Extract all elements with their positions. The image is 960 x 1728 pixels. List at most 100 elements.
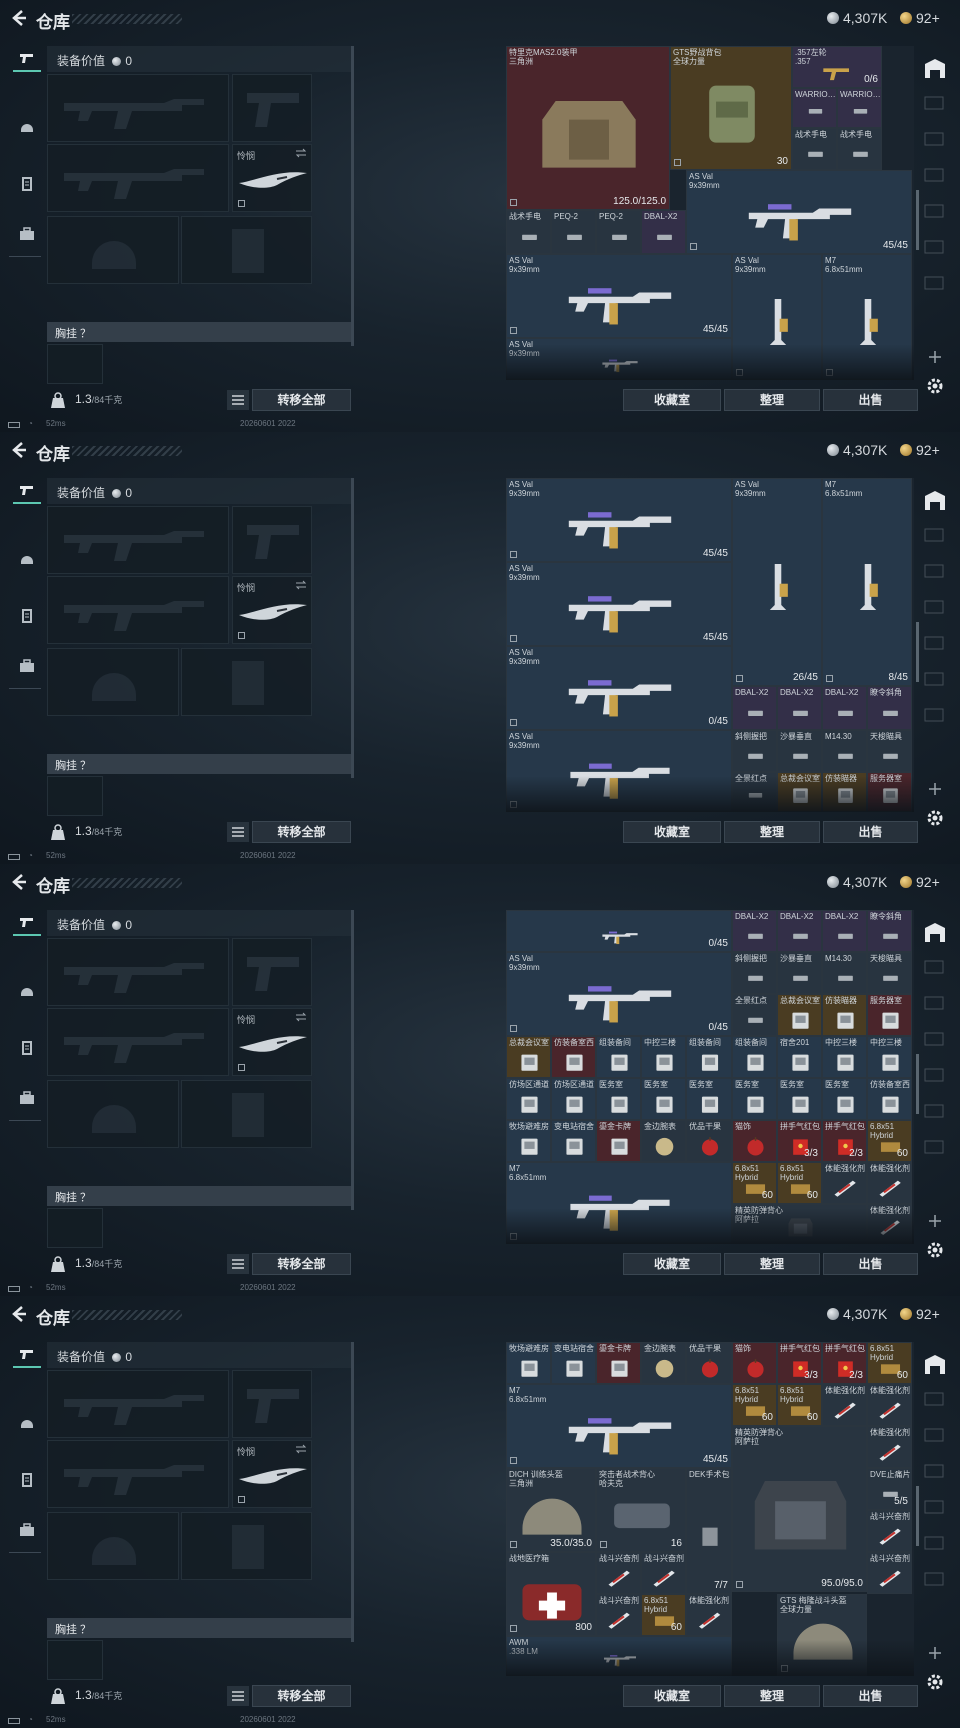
melee-slot[interactable]: 怜悯 — [232, 1008, 312, 1076]
stash-item[interactable]: GTS野战背包 全球力量 30 — [670, 46, 792, 170]
stash-item[interactable]: WARRIO… — [837, 88, 882, 128]
armor-slot[interactable] — [181, 1080, 312, 1148]
loadout-scrollbar[interactable] — [351, 1342, 354, 1642]
chest-rig-header[interactable]: 胸挂 ？ — [47, 1618, 351, 1638]
storage-icon[interactable] — [922, 56, 948, 82]
stash-item[interactable]: 突击者战术背心 哈夫克 16 — [596, 1468, 686, 1552]
tab-weapons[interactable] — [13, 476, 41, 504]
back-arrow-icon[interactable] — [10, 1305, 28, 1323]
stash-item[interactable]: 特里克MAS2.0装甲 三角洲 125.0/125.0 — [506, 46, 670, 210]
back-arrow-icon[interactable] — [10, 873, 28, 891]
stash-item[interactable]: 仿场区通道 — [551, 1078, 596, 1120]
tab-helmet[interactable] — [13, 978, 41, 1006]
armor-slot[interactable] — [181, 648, 312, 716]
armor-slot[interactable] — [181, 1512, 312, 1580]
tab-armor[interactable] — [13, 1466, 41, 1494]
melee-slot[interactable]: 怜悯 — [232, 144, 312, 212]
container-tab-icon[interactable] — [924, 672, 944, 686]
add-icon[interactable] — [928, 1646, 942, 1660]
tab-helmet[interactable] — [13, 114, 41, 142]
container-tab-icon[interactable] — [924, 240, 944, 254]
stash-item[interactable]: 体能强化剂 — [822, 1162, 867, 1204]
stash-item[interactable]: 斜侧握把 — [732, 730, 777, 772]
melee-slot[interactable]: 怜悯 — [232, 576, 312, 644]
stash-item[interactable]: 战地医疗箱 800 — [506, 1552, 596, 1636]
container-tab-icon[interactable] — [924, 1500, 944, 1514]
primary-weapon-slot[interactable] — [47, 506, 229, 574]
stash-item[interactable]: 组装备间 — [596, 1036, 641, 1078]
stash-scrollbar[interactable] — [916, 1054, 919, 1114]
gold-balance[interactable]: 92+ — [900, 442, 940, 458]
stash-item[interactable]: AS Val 9x39mm 0/45 — [506, 952, 732, 1036]
helmet-slot[interactable] — [47, 648, 179, 716]
stash-item[interactable]: AS Val 9x39mm 45/45 — [506, 562, 732, 646]
stash-item[interactable]: 体能强化剂 — [867, 1426, 912, 1468]
stash-item[interactable]: 体能强化剂 — [686, 1594, 732, 1636]
gear-icon[interactable] — [925, 376, 945, 396]
loadout-scrollbar[interactable] — [351, 910, 354, 1210]
tab-helmet[interactable] — [13, 1410, 41, 1438]
stash-item[interactable]: 战斗兴奋剂 — [867, 1510, 912, 1552]
transfer-all-button[interactable]: 转移全部 — [252, 389, 351, 411]
stash-item[interactable]: 瞭令斜角 — [867, 686, 912, 730]
stash-scrollbar[interactable] — [916, 190, 919, 250]
storage-icon[interactable] — [922, 488, 948, 514]
stash-item[interactable]: 猫饰 — [732, 1342, 777, 1384]
stash-item[interactable]: 医务室 — [686, 1078, 732, 1120]
gear-icon[interactable] — [925, 1240, 945, 1260]
stash-item[interactable]: 组装备间 — [686, 1036, 732, 1078]
stash-item[interactable]: 沙暴垂直 — [777, 952, 822, 994]
swap-icon[interactable] — [295, 148, 307, 158]
stash-item[interactable]: 瞭令斜角 — [867, 910, 912, 952]
stash-item[interactable]: 拼手气红包 3/3 — [777, 1342, 822, 1384]
container-tab-icon[interactable] — [924, 132, 944, 146]
container-tab-icon[interactable] — [924, 1392, 944, 1406]
stash-item[interactable]: 战斗兴奋剂 — [641, 1552, 686, 1594]
stash-item[interactable]: 变电站宿舍 — [551, 1120, 596, 1162]
stash-item[interactable]: 仿装瞄器 — [822, 994, 867, 1036]
storage-icon[interactable] — [922, 920, 948, 946]
container-tab-icon[interactable] — [924, 1032, 944, 1046]
stash-item[interactable]: 仿装备室西 — [551, 1036, 596, 1078]
stash-item[interactable]: DBAL-X2 — [777, 910, 822, 952]
stash-item[interactable]: 战术手电 — [792, 128, 837, 170]
stash-item[interactable]: 全景红点 — [732, 994, 777, 1036]
stash-item[interactable]: 总裁会议室 — [777, 994, 822, 1036]
back-arrow-icon[interactable] — [10, 441, 28, 459]
transfer-all-button[interactable]: 转移全部 — [252, 821, 351, 843]
container-tab-icon[interactable] — [924, 96, 944, 110]
stash-item[interactable]: PEQ-2 — [551, 210, 596, 254]
stash-item[interactable]: AS Val 9x39mm 45/45 — [506, 254, 732, 338]
pistol-slot[interactable] — [232, 1370, 312, 1438]
add-icon[interactable] — [928, 1214, 942, 1228]
stash-item[interactable]: 医务室 — [641, 1078, 686, 1120]
stash-item[interactable]: 猫饰 — [732, 1120, 777, 1162]
container-tab-icon[interactable] — [924, 1428, 944, 1442]
stash-item[interactable]: AS Val 9x39mm 45/45 — [686, 170, 912, 254]
container-tab-icon[interactable] — [924, 1068, 944, 1082]
stash-item[interactable]: 6.8x51 Hybrid 60 — [867, 1120, 912, 1162]
back-arrow-icon[interactable] — [10, 9, 28, 27]
stash-item[interactable]: 战术手电 — [506, 210, 551, 254]
stash-item[interactable]: 6.8x51 Hybrid 60 — [641, 1594, 686, 1636]
sort-button[interactable]: 整理 — [724, 1685, 820, 1707]
loadout-scrollbar[interactable] — [351, 478, 354, 778]
melee-slot[interactable]: 怜悯 — [232, 1440, 312, 1508]
chest-rig-header[interactable]: 胸挂 ？ — [47, 322, 351, 342]
stash-item[interactable]: 宿舍201 — [777, 1036, 822, 1078]
helmet-slot[interactable] — [47, 216, 179, 284]
stash-item[interactable]: 天梭瞄具 — [867, 952, 912, 994]
stash-item[interactable]: AS Val 9x39mm 26/45 — [732, 478, 822, 686]
secondary-weapon-slot[interactable] — [47, 1008, 229, 1076]
sort-button[interactable]: 整理 — [724, 821, 820, 843]
chest-rig-slot[interactable] — [47, 776, 103, 816]
collection-button[interactable]: 收藏室 — [623, 821, 721, 843]
gear-icon[interactable] — [925, 1672, 945, 1692]
gold-balance[interactable]: 92+ — [900, 10, 940, 26]
stash-item[interactable]: DVE止痛片 5/5 — [867, 1468, 912, 1510]
stash-item[interactable]: AS Val 9x39mm 45/45 — [506, 478, 732, 562]
stash-item[interactable]: 天梭瞄具 — [867, 730, 912, 772]
stash-item[interactable]: 拼手气红包 3/3 — [777, 1120, 822, 1162]
stash-item[interactable]: DBAL-X2 — [822, 910, 867, 952]
gear-icon[interactable] — [925, 808, 945, 828]
